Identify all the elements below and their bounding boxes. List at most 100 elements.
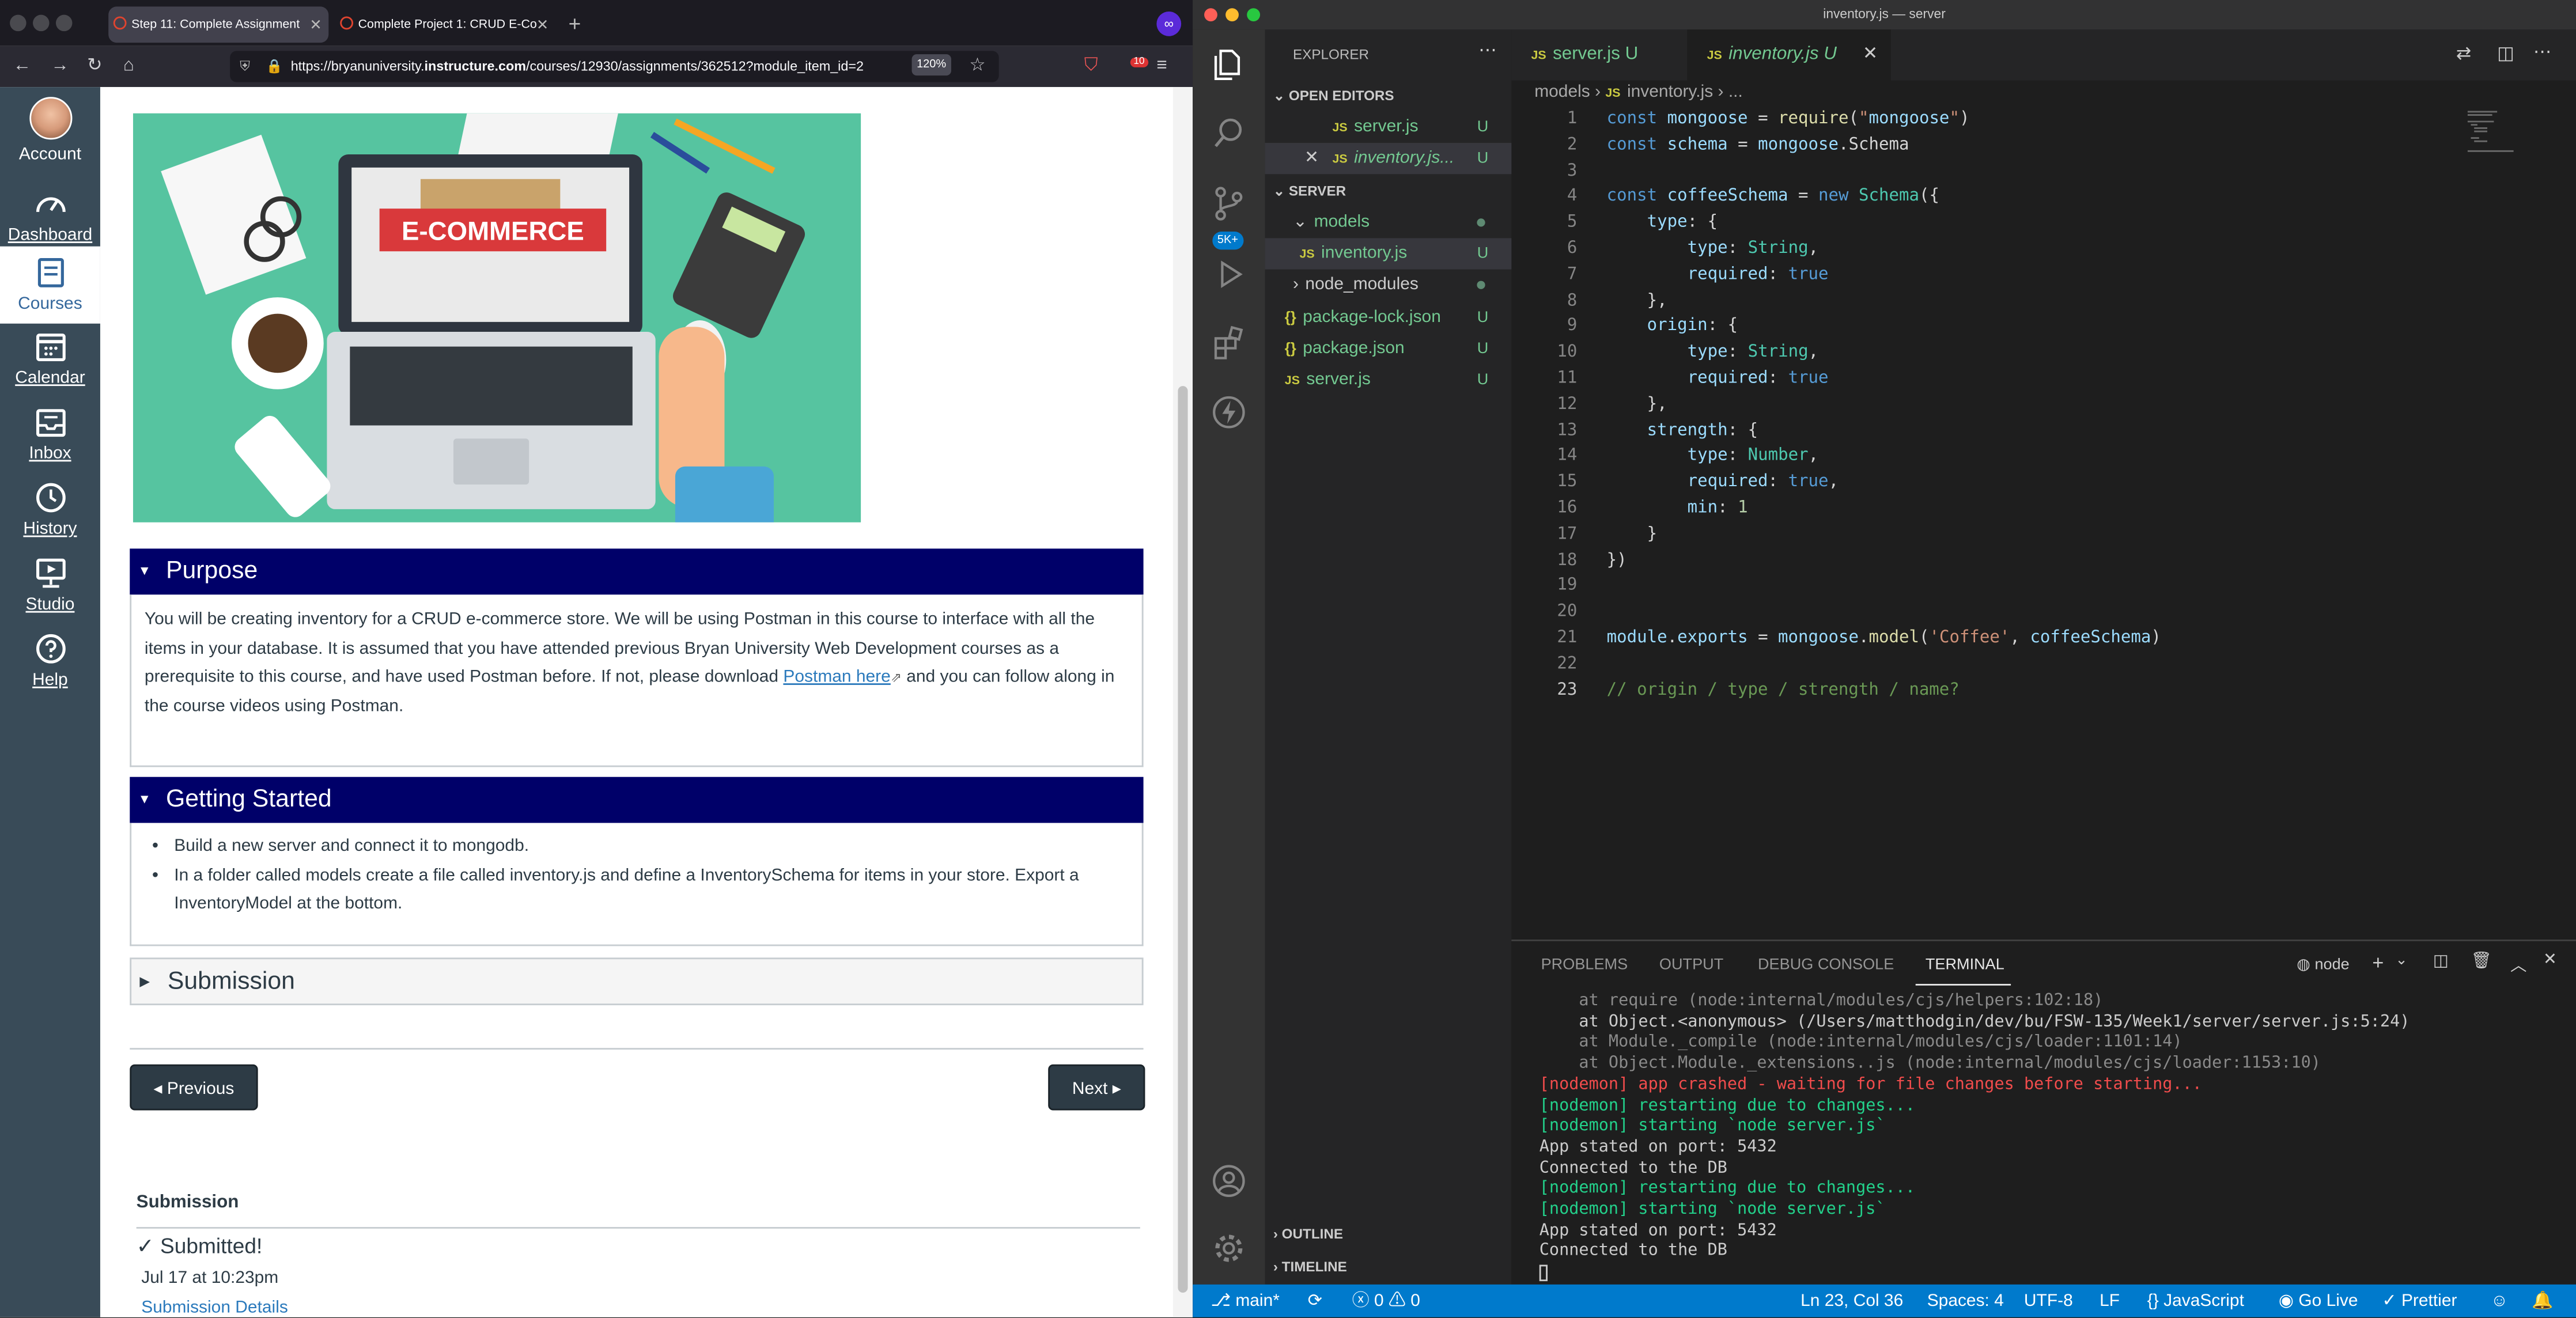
previous-button[interactable]: ◂ Previous — [130, 1064, 258, 1111]
nav-dashboard[interactable]: Dashboard — [0, 187, 100, 253]
getting-started-accordion-header[interactable]: ▼ Getting Started — [130, 777, 1144, 823]
settings-gear-icon[interactable] — [1211, 1230, 1247, 1267]
nav-calendar[interactable]: Calendar — [0, 330, 100, 396]
code-line[interactable]: origin: { — [1607, 317, 1738, 335]
explorer-files-icon[interactable] — [1211, 46, 1247, 82]
tree-item-node-modules[interactable]: › node_modules — [1265, 270, 1512, 301]
split-terminal-icon[interactable]: ◫ — [2433, 953, 2449, 971]
tree-item-inventory[interactable]: JS inventory.js U — [1265, 238, 1512, 270]
tab-terminal[interactable]: TERMINAL — [1926, 956, 2004, 974]
code-line[interactable]: }, — [1607, 291, 1667, 309]
minimap[interactable] — [2467, 110, 2550, 160]
forward-arrow-icon[interactable]: → — [51, 52, 69, 80]
server-folder-section[interactable]: ⌄ SERVER — [1273, 183, 1346, 200]
accounts-icon[interactable] — [1211, 1163, 1247, 1199]
submission-details-link[interactable]: Submission Details — [141, 1298, 288, 1317]
zoom-window-button[interactable] — [1247, 8, 1261, 22]
breadcrumb-item[interactable]: inventory.js — [1627, 82, 1713, 102]
encoding[interactable]: UTF-8 — [2024, 1285, 2073, 1317]
extension-shield-icon[interactable]: ⛉ — [1084, 52, 1098, 80]
code-line[interactable]: const schema = mongoose.Schema — [1607, 136, 1909, 154]
open-editors-section[interactable]: ⌄ OPEN EDITORS — [1273, 87, 1394, 105]
browser-tab-project[interactable]: Complete Project 1: CRUD E-Co ✕ — [335, 6, 555, 43]
git-compare-icon[interactable]: ⇄ — [2456, 43, 2471, 64]
code-line[interactable]: type: String, — [1607, 343, 1818, 361]
code-editor[interactable]: 1 const mongoose = require("mongoose") 2 co… — [1511, 110, 2576, 940]
tab-server-js[interactable]: JS server.js U — [1511, 29, 1685, 80]
source-control-icon[interactable] — [1211, 185, 1247, 222]
close-window-button[interactable] — [10, 14, 27, 32]
zoom-level-badge[interactable]: 120% — [911, 54, 951, 76]
open-editor-item[interactable]: JS server.js U — [1265, 112, 1512, 143]
reload-icon[interactable]: ↻ — [87, 52, 102, 80]
nav-inbox[interactable]: Inbox — [0, 406, 100, 471]
next-button[interactable]: Next ▸ — [1048, 1064, 1145, 1111]
code-line[interactable]: min: 1 — [1607, 499, 1748, 517]
menu-icon[interactable]: ≡ — [1156, 52, 1167, 80]
page-scrollbar-thumb[interactable] — [1178, 386, 1188, 1293]
purpose-accordion-header[interactable]: ▼ Purpose — [130, 548, 1144, 595]
lock-icon[interactable]: 🔒 — [266, 51, 283, 82]
code-line[interactable]: } — [1607, 525, 1658, 543]
search-icon[interactable] — [1211, 115, 1247, 152]
timeline-section[interactable]: › TIMELINE — [1273, 1258, 1347, 1275]
terminal-shell-selector[interactable]: ◍ node — [2297, 956, 2349, 974]
extension-icon[interactable]: ∞ — [1156, 11, 1182, 36]
go-live-button[interactable]: ◉ Go Live — [2279, 1285, 2358, 1317]
minimize-window-button[interactable] — [33, 14, 50, 32]
language-mode[interactable]: {} JavaScript — [2147, 1285, 2244, 1317]
tree-item-package-json[interactable]: {} package.json U — [1265, 334, 1512, 365]
split-editor-icon[interactable]: ◫ — [2497, 43, 2514, 64]
code-line[interactable]: const mongoose = require("mongoose") — [1607, 110, 1970, 128]
more-actions-icon[interactable]: ⋯ — [2533, 41, 2551, 62]
close-editor-icon[interactable]: ✕ — [1304, 143, 1319, 174]
terminal-output[interactable]: at require (node:internal/modules/cjs/he… — [1539, 992, 2541, 1263]
tab-output[interactable]: OUTPUT — [1659, 956, 1723, 974]
prettier-button[interactable]: ✓ Prettier — [2382, 1285, 2457, 1317]
breadcrumb-item[interactable]: ... — [1728, 82, 1743, 102]
code-line[interactable]: type: String, — [1607, 240, 1818, 257]
nav-help[interactable]: Help — [0, 633, 100, 698]
close-tab-icon[interactable]: ✕ — [536, 6, 549, 43]
chevron-down-icon[interactable]: ⌄ — [2395, 951, 2408, 969]
problems-indicator[interactable]: ⓧ 0 ⚠ 0 — [1352, 1285, 1420, 1317]
code-line[interactable]: type: { — [1607, 214, 1718, 232]
nav-studio[interactable]: Studio — [0, 557, 100, 623]
nav-account[interactable]: Account — [0, 97, 100, 166]
tab-debug-console[interactable]: DEBUG CONSOLE — [1758, 956, 1894, 974]
more-actions-icon[interactable]: ⋯ — [1478, 39, 1496, 60]
line-ending[interactable]: LF — [2100, 1285, 2120, 1317]
code-line[interactable]: const coffeeSchema = new Schema({ — [1607, 188, 1939, 206]
feedback-icon[interactable]: ☺ — [2491, 1285, 2509, 1317]
bookmark-star-icon[interactable]: ☆ — [969, 52, 985, 80]
git-branch[interactable]: ⎇ main* — [1211, 1285, 1279, 1317]
shield-icon[interactable]: ⛨ — [240, 51, 250, 82]
maximize-panel-icon[interactable]: ︿ — [2510, 951, 2527, 975]
code-line[interactable]: }, — [1607, 396, 1667, 414]
tab-problems[interactable]: PROBLEMS — [1541, 956, 1628, 974]
sync-icon[interactable]: ⟳ — [1308, 1285, 1322, 1317]
avatar-icon[interactable] — [28, 97, 72, 140]
postman-link[interactable]: Postman here — [783, 668, 890, 687]
code-line[interactable]: }) — [1607, 551, 1627, 569]
tree-item-package-lock[interactable]: {} package-lock.json U — [1265, 302, 1512, 334]
home-icon[interactable]: ⌂ — [123, 52, 134, 80]
tree-item-server-js[interactable]: JS server.js U — [1265, 365, 1512, 396]
back-arrow-icon[interactable]: ← — [13, 52, 31, 80]
code-line[interactable]: required: true, — [1607, 474, 1839, 491]
code-line[interactable]: type: Number, — [1607, 448, 1818, 465]
code-line[interactable]: required: true — [1607, 266, 1829, 283]
indentation[interactable]: Spaces: 4 — [1927, 1285, 2004, 1317]
tree-item-models[interactable]: ⌄ models — [1265, 207, 1512, 238]
browser-tab-assignment[interactable]: Step 11: Complete Assignment ✕ — [108, 6, 329, 43]
extensions-icon[interactable] — [1211, 325, 1247, 362]
cursor-position[interactable]: Ln 23, Col 36 — [1800, 1285, 1903, 1317]
trash-icon[interactable]: 🗑 — [2471, 953, 2492, 971]
zoom-window-button[interactable] — [55, 14, 73, 32]
run-debug-icon[interactable] — [1211, 256, 1247, 293]
minimize-window-button[interactable] — [1225, 8, 1239, 22]
tab-inventory-js[interactable]: JS inventory.js U ✕ — [1687, 29, 1891, 81]
code-line[interactable]: required: true — [1607, 370, 1829, 388]
notifications-bell-icon[interactable]: 🔔 — [2532, 1285, 2553, 1317]
code-line[interactable]: strength: { — [1607, 422, 1758, 440]
